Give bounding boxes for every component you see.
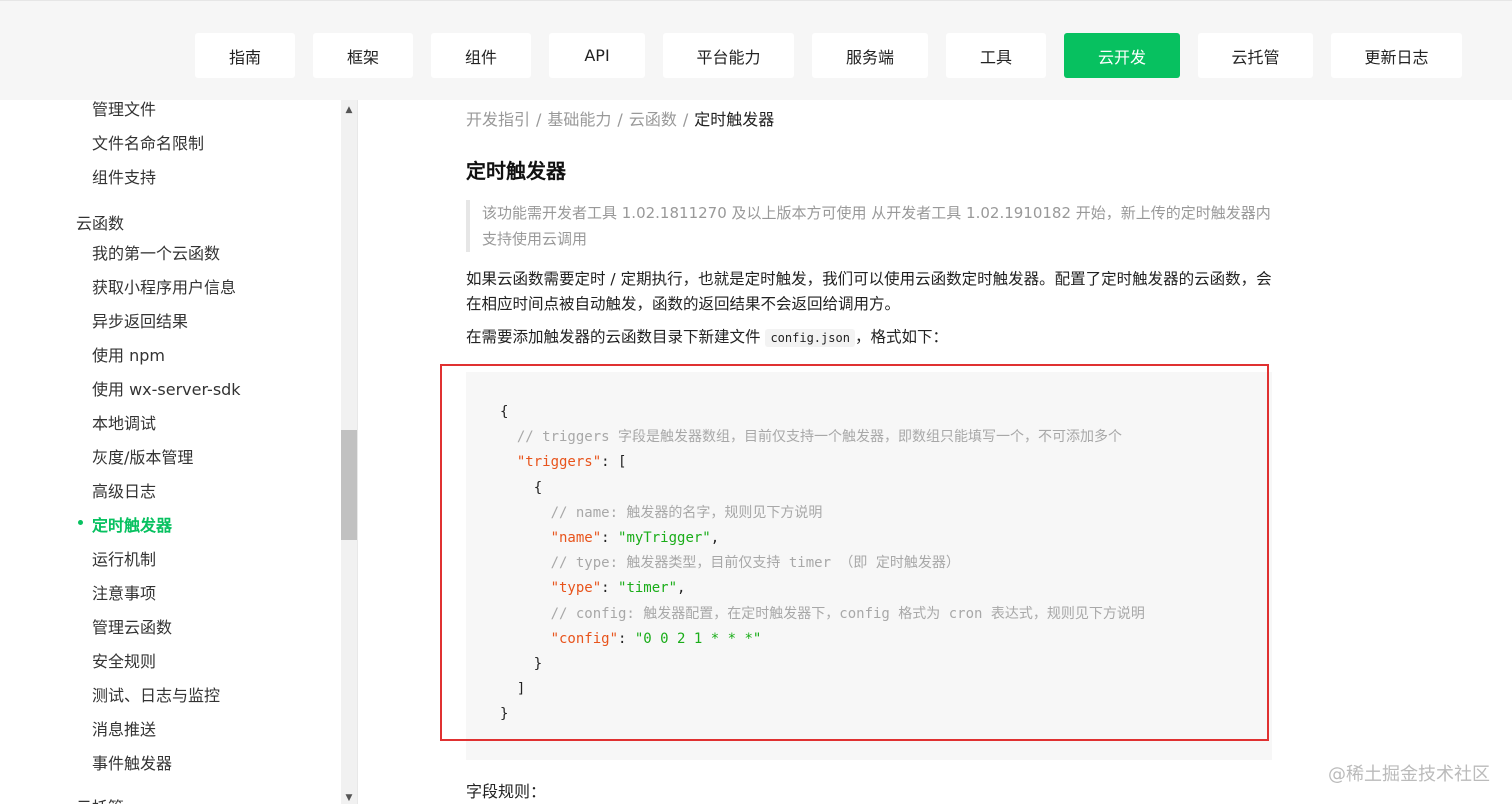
breadcrumb-cloud-functions[interactable]: 云函数 bbox=[629, 110, 677, 129]
scroll-up-arrow-icon[interactable]: ▲ bbox=[341, 102, 357, 118]
sidebar-item-async-result[interactable]: 异步返回结果 bbox=[92, 308, 188, 332]
tab-framework[interactable]: 框架 bbox=[313, 33, 413, 78]
sidebar-item-security-rules[interactable]: 安全规则 bbox=[92, 648, 156, 672]
sidebar-item-version-management[interactable]: 灰度/版本管理 bbox=[92, 444, 193, 468]
sidebar-item-advanced-logs[interactable]: 高级日志 bbox=[92, 478, 156, 502]
sidebar-item-message-push[interactable]: 消息推送 bbox=[92, 716, 156, 740]
sidebar-item-runtime[interactable]: 运行机制 bbox=[92, 546, 156, 570]
sidebar-item-manage-functions[interactable]: 管理云函数 bbox=[92, 614, 172, 638]
sidebar-item-file-naming[interactable]: 文件名命名限制 bbox=[92, 130, 204, 154]
breadcrumb-basic-capabilities[interactable]: 基础能力 bbox=[547, 110, 611, 129]
tab-components[interactable]: 组件 bbox=[431, 33, 531, 78]
breadcrumb-separator: / bbox=[617, 110, 623, 129]
breadcrumb: 开发指引 / 基础能力 / 云函数 / 定时触发器 bbox=[466, 106, 774, 130]
watermark: @稀土掘金技术社区 bbox=[1328, 764, 1490, 785]
version-notice: 该功能需开发者工具 1.02.1811270 及以上版本方可使用 从开发者工具 … bbox=[466, 200, 1276, 252]
sidebar-item-notes[interactable]: 注意事项 bbox=[92, 580, 156, 604]
tab-platform-capabilities[interactable]: 平台能力 bbox=[663, 33, 794, 78]
tab-changelog[interactable]: 更新日志 bbox=[1331, 33, 1462, 78]
sidebar-item-manage-files[interactable]: 管理文件 bbox=[92, 100, 156, 120]
red-highlight-box bbox=[440, 364, 1269, 741]
sidebar-item-use-npm[interactable]: 使用 npm bbox=[92, 342, 165, 366]
breadcrumb-separator: / bbox=[536, 110, 542, 129]
sidebar-item-event-trigger[interactable]: 事件触发器 bbox=[92, 750, 172, 774]
intro-paragraph: 如果云函数需要定时 / 定期执行，也就是定时触发，我们可以使用云函数定时触发器。… bbox=[466, 270, 1272, 313]
sidebar-item-first-function[interactable]: 我的第一个云函数 bbox=[92, 240, 220, 264]
sidebar-group-cloud-functions[interactable]: 云函数 bbox=[76, 210, 124, 234]
scroll-down-arrow-icon[interactable]: ▼ bbox=[341, 790, 357, 804]
sidebar-item-use-wx-server-sdk[interactable]: 使用 wx-server-sdk bbox=[92, 376, 241, 400]
tab-server[interactable]: 服务端 bbox=[812, 33, 928, 78]
sidebar: 管理文件 文件名命名限制 组件支持 云函数 我的第一个云函数 获取小程序用户信息… bbox=[0, 100, 358, 804]
tab-api[interactable]: API bbox=[549, 33, 645, 78]
sidebar-item-local-debug[interactable]: 本地调试 bbox=[92, 410, 156, 434]
config-json-filename: config.json bbox=[765, 329, 855, 347]
top-navigation: 指南 框架 组件 API 平台能力 服务端 工具 云开发 云托管 更新日志 bbox=[0, 0, 1512, 100]
tab-cloud-hosting[interactable]: 云托管 bbox=[1198, 33, 1313, 78]
sidebar-scrollbar-thumb[interactable] bbox=[341, 430, 357, 540]
active-indicator-dot bbox=[78, 520, 83, 525]
tab-cloud-development[interactable]: 云开发 bbox=[1064, 33, 1180, 78]
sidebar-item-timer-trigger[interactable]: 定时触发器 bbox=[92, 512, 172, 536]
tab-guide[interactable]: 指南 bbox=[195, 33, 295, 78]
field-rules-heading: 字段规则： bbox=[466, 782, 547, 801]
config-file-paragraph: 在需要添加触发器的云函数目录下新建文件 config.json ，格式如下： bbox=[466, 325, 1276, 351]
breadcrumb-dev-guide[interactable]: 开发指引 bbox=[466, 110, 530, 129]
sidebar-item-get-user-info[interactable]: 获取小程序用户信息 bbox=[92, 274, 236, 298]
sidebar-item-component-support[interactable]: 组件支持 bbox=[92, 164, 156, 188]
tab-tools[interactable]: 工具 bbox=[946, 33, 1046, 78]
config-text-before: 在需要添加触发器的云函数目录下新建文件 bbox=[466, 328, 761, 346]
breadcrumb-separator: / bbox=[682, 110, 689, 129]
sidebar-item-test-logs-monitor[interactable]: 测试、日志与监控 bbox=[92, 682, 220, 706]
sidebar-group-cloud-hosting[interactable]: 云托管 bbox=[76, 794, 124, 804]
config-text-after: ，格式如下： bbox=[854, 328, 948, 346]
breadcrumb-current: 定时触发器 bbox=[694, 110, 775, 129]
page-title: 定时触发器 bbox=[466, 159, 566, 183]
